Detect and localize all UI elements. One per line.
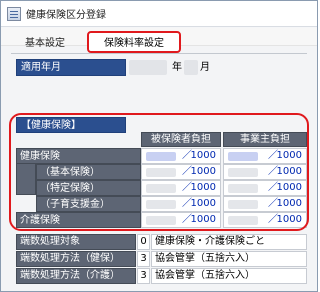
app-icon: [7, 6, 21, 21]
rate-value: [228, 216, 258, 225]
rate-cell-childcare-employee[interactable]: ／ 1000: [141, 196, 221, 212]
denominator: 1000: [190, 150, 216, 161]
rate-cell-specific-employer[interactable]: ／ 1000: [223, 180, 307, 196]
rounding-care-code[interactable]: 3: [137, 268, 150, 284]
denominator: 1000: [190, 166, 216, 177]
row-label-care: 介護保険: [16, 212, 141, 228]
slash: ／: [268, 150, 278, 161]
col-header-employee: 被保険者負担: [141, 132, 221, 147]
rate-cell-basic-employer[interactable]: ／ 1000: [223, 164, 307, 180]
rate-cell-care-employer[interactable]: ／ 1000: [223, 212, 307, 228]
slash: ／: [268, 182, 278, 193]
denominator: 1000: [190, 198, 216, 209]
denominator: 1000: [276, 182, 302, 193]
denominator: 1000: [190, 214, 216, 225]
rate-value: [228, 152, 258, 161]
tab-basic-settings[interactable]: 基本設定: [19, 35, 71, 53]
row-label-basic: （基本保険）: [36, 164, 141, 180]
slash: ／: [268, 198, 278, 209]
row-label-childcare: （子育支援金）: [36, 196, 141, 212]
era-month-field[interactable]: [184, 60, 198, 75]
rate-value: [146, 152, 176, 161]
denominator: 1000: [276, 214, 302, 225]
slash: ／: [182, 150, 192, 161]
rate-cell-health-employer[interactable]: ／ 1000: [223, 148, 307, 164]
rounding-target-code[interactable]: 0: [137, 234, 150, 250]
slash: ／: [182, 166, 192, 177]
rate-value: [146, 216, 176, 225]
rounding-care-value: 協会管掌（五捨六入）: [151, 268, 307, 284]
rate-value: [228, 168, 258, 177]
health-section-label: 【健康保険】: [16, 117, 126, 133]
rate-value: [146, 168, 176, 177]
rounding-target-value: 健康保険・介護保険ごと: [151, 234, 307, 250]
slash: ／: [182, 214, 192, 225]
rate-cell-basic-employee[interactable]: ／ 1000: [141, 164, 221, 180]
col-header-employer: 事業主負担: [223, 132, 307, 147]
rate-cell-care-employee[interactable]: ／ 1000: [141, 212, 221, 228]
rounding-care-label: 端数処理方法（介護）: [16, 268, 136, 284]
era-year-suffix: 年: [172, 62, 182, 73]
era-label: 適用年月: [16, 59, 126, 76]
rate-value: [228, 200, 258, 209]
title-bar: 健康保険区分登録: [1, 1, 317, 27]
tab-rate-settings[interactable]: 保険料率設定: [87, 31, 181, 53]
rate-cell-childcare-employer[interactable]: ／ 1000: [223, 196, 307, 212]
row-label-specific: （特定保険）: [36, 180, 141, 196]
tab-divider: [11, 53, 307, 54]
slash: ／: [268, 214, 278, 225]
rounding-target-label: 端数処理対象: [16, 234, 136, 250]
window: 健康保険区分登録 基本設定 保険料率設定 適用年月 年 月 【健康保険】 被保険…: [0, 0, 318, 292]
denominator: 1000: [276, 198, 302, 209]
rate-value: [146, 200, 176, 209]
slash: ／: [182, 182, 192, 193]
row-label-health: 健康保険: [16, 148, 141, 164]
denominator: 1000: [190, 182, 216, 193]
rounding-health-label: 端数処理方法（健保）: [16, 251, 136, 267]
rounding-health-value: 協会管掌（五捨六入）: [151, 251, 307, 267]
rate-value: [146, 184, 176, 193]
rounding-health-code[interactable]: 3: [137, 251, 150, 267]
slash: ／: [182, 198, 192, 209]
window-title: 健康保険区分登録: [26, 10, 106, 21]
denominator: 1000: [276, 150, 302, 161]
era-month-suffix: 月: [200, 62, 210, 73]
denominator: 1000: [276, 166, 302, 177]
rate-cell-health-employee[interactable]: ／ 1000: [141, 148, 221, 164]
rate-value: [228, 184, 258, 193]
era-year-field[interactable]: [129, 60, 167, 75]
slash: ／: [268, 166, 278, 177]
rate-cell-specific-employee[interactable]: ／ 1000: [141, 180, 221, 196]
